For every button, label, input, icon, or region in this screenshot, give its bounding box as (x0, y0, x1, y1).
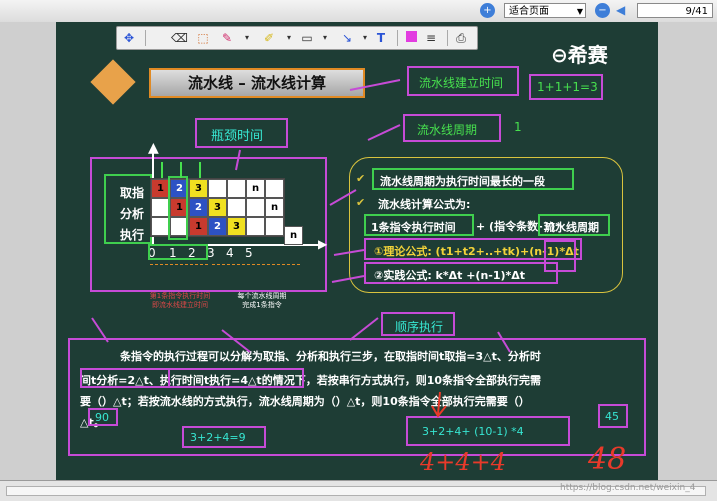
handwritten-result: 48 (588, 442, 627, 477)
arrow-stroke (331, 275, 365, 283)
arrow-stroke (235, 149, 241, 171)
handwritten-sum: 4+4+4 (420, 448, 507, 476)
arrow-stroke (367, 124, 401, 141)
arrow-stroke (91, 317, 109, 343)
arrow-stroke (329, 189, 357, 206)
watermark: https://blog.csdn.net/weixin_4 (560, 483, 696, 493)
arrow-stroke (333, 249, 365, 256)
arrow-stroke (221, 329, 251, 353)
arrow-stroke (497, 331, 511, 353)
annotation-strokes (91, 79, 511, 418)
status-bar: https://blog.csdn.net/weixin_4 (0, 480, 717, 501)
arrow-stroke (349, 317, 379, 341)
arrow-stroke (349, 79, 401, 91)
arrow-stroke (437, 391, 441, 415)
